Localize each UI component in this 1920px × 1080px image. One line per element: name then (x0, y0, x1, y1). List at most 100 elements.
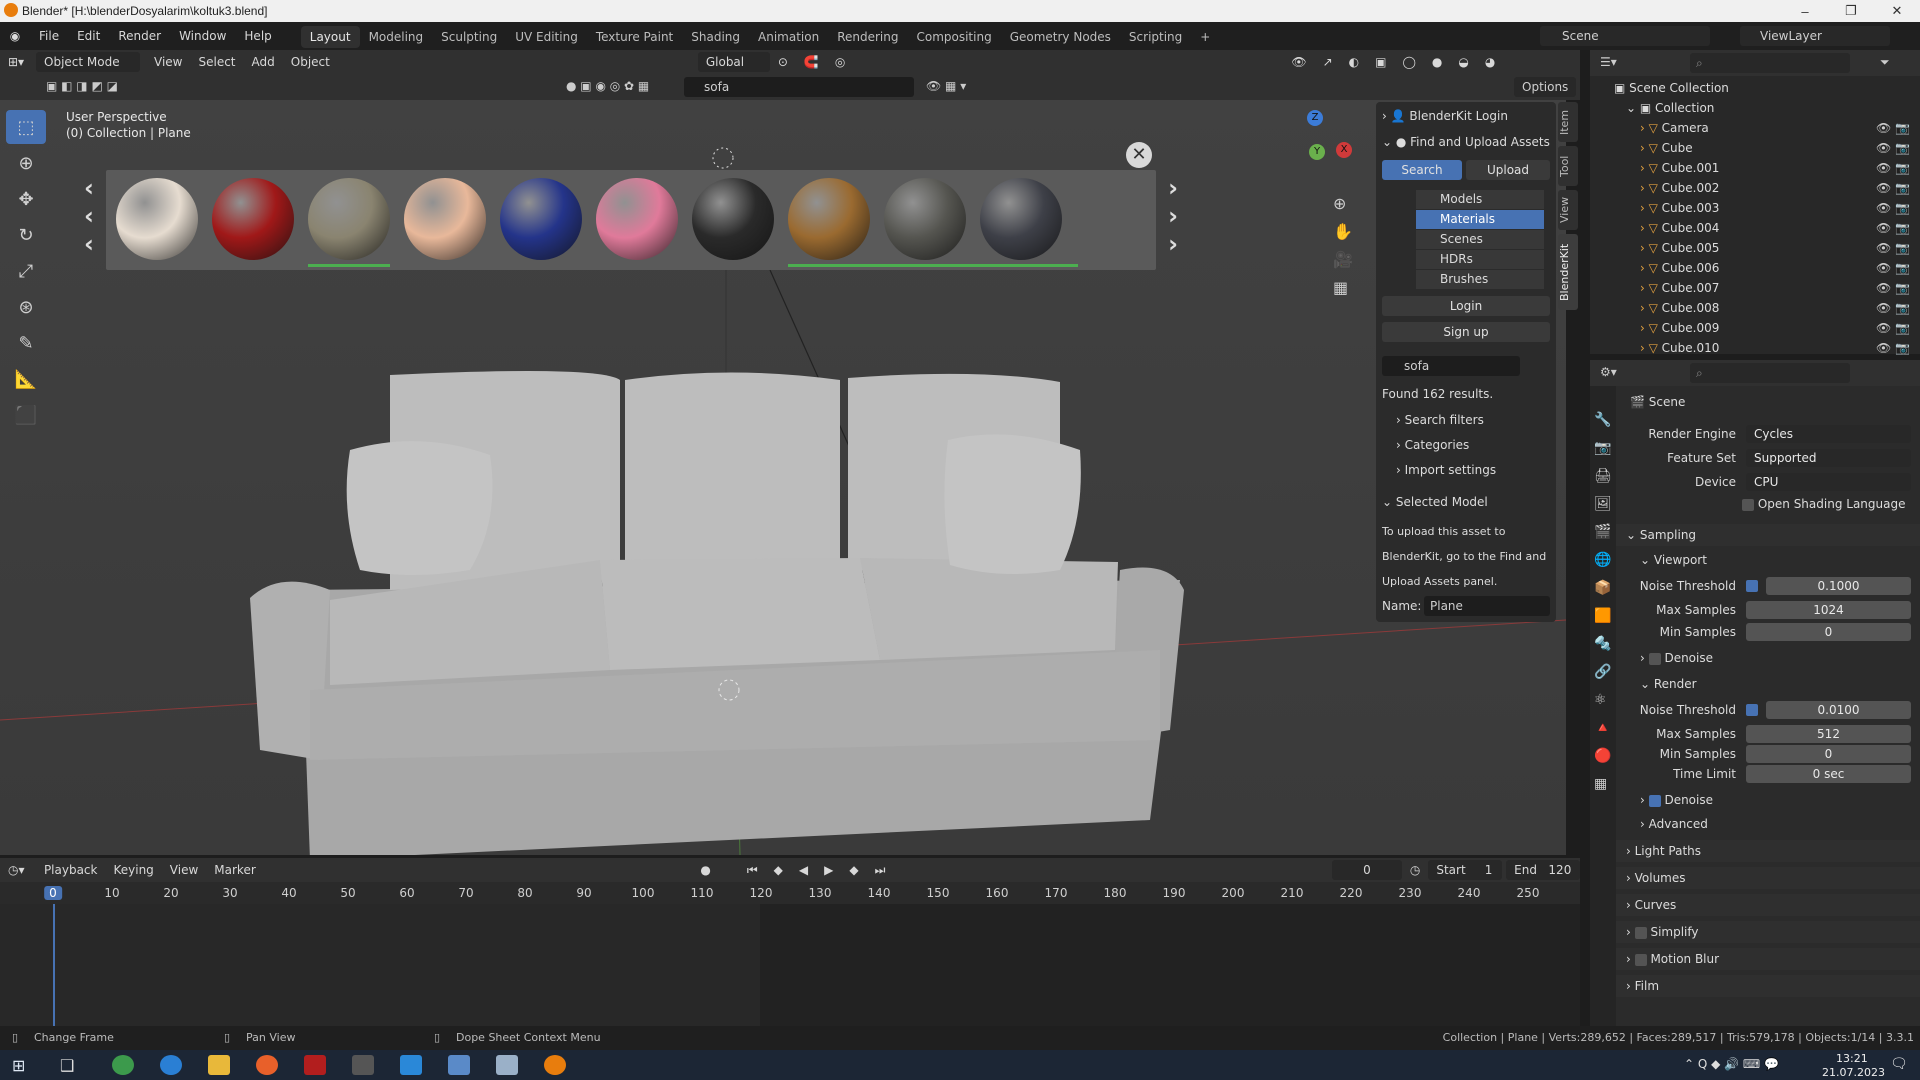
timeline-menu-keying[interactable]: Keying (105, 860, 161, 880)
render-engine-dropdown[interactable]: Cycles (1746, 425, 1911, 443)
outliner-scene-collection[interactable]: ▣ Scene Collection (1590, 78, 1920, 98)
viewlayer-selector[interactable]: ViewLayer (1740, 26, 1890, 46)
menu-select[interactable]: Select (190, 52, 243, 72)
tab-rendering[interactable]: Rendering (828, 26, 907, 48)
minimize-button[interactable]: – (1782, 0, 1828, 22)
move-tool-icon[interactable]: ✥ (6, 182, 46, 216)
shading-rendered-icon[interactable]: ◕ (1477, 52, 1503, 72)
menu-help[interactable]: Help (235, 22, 280, 50)
r-noise-threshold-checkbox[interactable] (1746, 704, 1758, 716)
notification-icon[interactable]: 🗨 (1890, 1056, 1908, 1072)
bk-selected-model-header[interactable]: ⌄ Selected Model (1382, 492, 1550, 512)
visibility-icon[interactable]: 👁 (1283, 52, 1314, 72)
close-asset-bar-icon[interactable]: ✕ (1126, 142, 1152, 168)
close-window-button[interactable]: ✕ (1874, 0, 1920, 22)
tab-shading[interactable]: Shading (682, 26, 749, 48)
tab-compositing[interactable]: Compositing (907, 26, 1000, 48)
visibility-eye-icon[interactable]: 👁 📷 (1876, 118, 1910, 138)
visibility-eye-icon[interactable]: 👁 📷 (1876, 258, 1910, 278)
vp-denoise-subsection[interactable]: › Denoise (1616, 648, 1920, 668)
viewport-subsection[interactable]: ⌄ Viewport (1616, 550, 1920, 570)
cursor-tool-icon[interactable]: ⊕ (6, 146, 46, 180)
bk-search-button[interactable]: Search (1382, 160, 1462, 180)
osl-checkbox[interactable] (1742, 498, 1754, 511)
material-thumbnail-black-leather[interactable] (692, 178, 774, 260)
material-thumbnail-blue-fabric[interactable] (500, 178, 582, 260)
proportional-edit-icon[interactable]: ◎ (827, 52, 853, 72)
menu-file[interactable]: File (30, 22, 68, 50)
blender-menu-icon[interactable]: ◉ (0, 29, 30, 43)
bk-category-models[interactable]: Models (1416, 190, 1544, 209)
visibility-eye-icon[interactable]: 👁 📷 (1876, 178, 1910, 198)
shading-material-icon[interactable]: ◒ (1450, 52, 1476, 72)
pivot-icon[interactable]: ⊙ (770, 52, 796, 72)
visibility-eye-icon[interactable]: 👁 📷 (1876, 318, 1910, 338)
outliner-filter-icon[interactable]: ⏷ (1880, 55, 1890, 70)
tab-animation[interactable]: Animation (749, 26, 828, 48)
bk-category-materials[interactable]: Materials (1416, 210, 1544, 229)
bk-login-button[interactable]: Login (1382, 296, 1550, 316)
select-box-tool-icon[interactable]: ⬚ (6, 110, 46, 144)
outliner-item[interactable]: › ▽ Camera 👁 📷 (1590, 118, 1920, 138)
bk-login-header[interactable]: › 👤 BlenderKit Login (1382, 106, 1550, 126)
vp-noise-threshold-field[interactable]: 0.1000 (1766, 577, 1911, 595)
outliner-item[interactable]: › ▽ Cube.004 👁 📷 (1590, 218, 1920, 238)
xray-icon[interactable]: ▣ (1367, 52, 1394, 72)
store-icon[interactable] (400, 1055, 422, 1075)
tray-icons[interactable]: ⌃ Q ◆ 🔊 ⌨ 💬 (1684, 1057, 1779, 1071)
rotate-tool-icon[interactable]: ↻ (6, 218, 46, 252)
editor-type-icon[interactable]: ⊞▾ (0, 52, 36, 72)
snap-icon[interactable]: 🧲 (796, 52, 827, 72)
outliner-editor-icon[interactable]: ☰▾ (1600, 55, 1617, 69)
blenderkit-asset-type-icons[interactable]: ● ▣ ◉ ◎ ✿ ▦ (566, 79, 649, 93)
edge-icon[interactable] (160, 1055, 182, 1075)
tab-texture-paint[interactable]: Texture Paint (587, 26, 682, 48)
vp-noise-threshold-checkbox[interactable] (1746, 580, 1758, 592)
outliner-item[interactable]: › ▽ Cube.007 👁 📷 (1590, 278, 1920, 298)
tab-layout[interactable]: Layout (300, 26, 360, 48)
curves-section[interactable]: › Curves (1616, 894, 1920, 916)
visibility-eye-icon[interactable]: 👁 📷 (1876, 158, 1910, 178)
notepad-icon[interactable] (496, 1055, 518, 1075)
side-tab-view[interactable]: View (1558, 190, 1578, 230)
bk-categories[interactable]: › Categories (1382, 435, 1550, 455)
shading-solid-icon[interactable]: ● (1424, 52, 1450, 72)
outliner-collection[interactable]: ⌄ ▣ Collection (1590, 98, 1920, 118)
properties-tab-icons[interactable]: 🔧 📷 🖨 🖼 🎬 🌐 📦 🟧 🔩 🔗 ⚛ 🔺 🔴 ▦ (1594, 406, 1612, 798)
r-max-samples-field[interactable]: 512 (1746, 725, 1911, 743)
bk-name-field[interactable]: Plane (1424, 596, 1550, 616)
menu-add[interactable]: Add (244, 52, 283, 72)
bk-category-scenes[interactable]: Scenes (1416, 230, 1544, 249)
r-noise-threshold-field[interactable]: 0.0100 (1766, 701, 1911, 719)
jump-end-icon[interactable]: ⏭ (867, 860, 894, 880)
bk-search-filters[interactable]: › Search filters (1382, 410, 1550, 430)
gizmo-icon[interactable]: ↗ (1315, 52, 1341, 72)
filter-icon[interactable]: 👁 ▦ ▾ (926, 79, 966, 93)
side-tab-blenderkit[interactable]: BlenderKit (1558, 234, 1578, 310)
firefox-icon[interactable] (256, 1055, 278, 1075)
outliner-item[interactable]: › ▽ Cube.009 👁 📷 (1590, 318, 1920, 338)
mixer-icon[interactable] (352, 1055, 374, 1075)
end-frame-field[interactable]: End 120 (1506, 860, 1580, 880)
r-denoise-checkbox[interactable] (1648, 794, 1661, 807)
r-denoise-subsection[interactable]: › Denoise (1616, 790, 1920, 810)
record-icon[interactable]: ● (692, 860, 718, 880)
timeline-editor-icon[interactable]: ◷▾ (0, 860, 36, 880)
outliner-item[interactable]: › ▽ Cube.006 👁 📷 (1590, 258, 1920, 278)
r-min-samples-field[interactable]: 0 (1746, 745, 1911, 763)
advanced-subsection[interactable]: › Advanced (1616, 814, 1920, 834)
light-paths-section[interactable]: › Light Paths (1616, 840, 1920, 862)
side-tab-tool[interactable]: Tool (1558, 146, 1578, 186)
transform-tool-icon[interactable]: ⊛ (6, 290, 46, 324)
material-thumbnail-peach-plaster[interactable] (404, 178, 486, 260)
tab-sculpting[interactable]: Sculpting (432, 26, 506, 48)
blenderkit-search-field[interactable]: sofa (684, 77, 914, 97)
menu-edit[interactable]: Edit (68, 22, 109, 50)
material-thumbnail-red-glitter[interactable] (212, 178, 294, 260)
timeline-menu-marker[interactable]: Marker (206, 860, 263, 880)
tab-uv-editing[interactable]: UV Editing (506, 26, 587, 48)
select-mode-icons[interactable]: ▣ ◧ ◨ ◩ ◪ (46, 79, 118, 93)
ortho-grid-icon[interactable]: ▦ (1333, 278, 1348, 297)
bk-signup-button[interactable]: Sign up (1382, 322, 1550, 342)
blender-taskbar-icon[interactable] (544, 1055, 566, 1075)
